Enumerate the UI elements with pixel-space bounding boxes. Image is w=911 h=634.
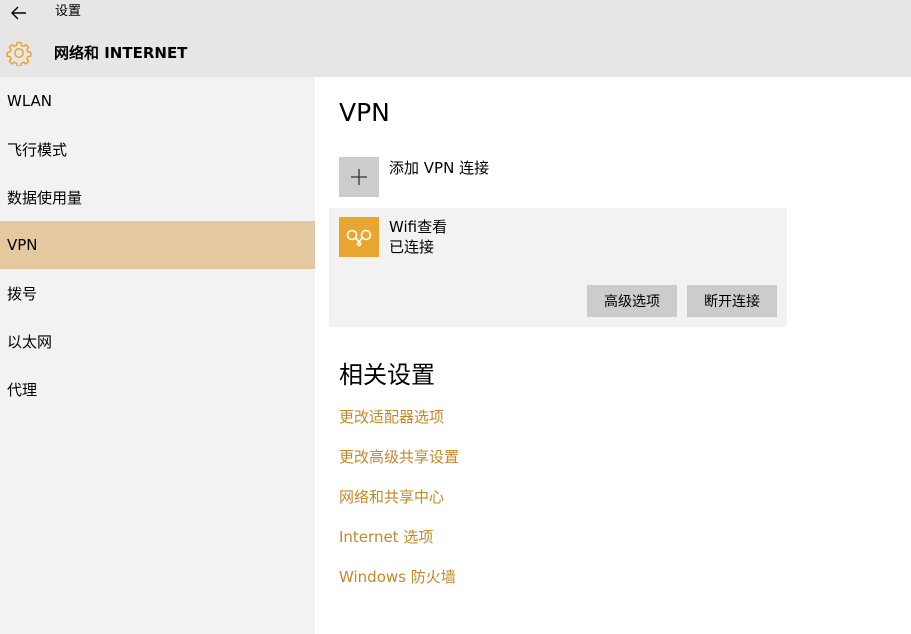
add-vpn-label[interactable]: 添加 VPN 连接 xyxy=(389,159,489,177)
sidebar-item-dial-up[interactable]: 拨号 xyxy=(0,269,315,317)
back-arrow-icon xyxy=(11,6,26,20)
sidebar-item-wlan[interactable]: WLAN xyxy=(0,77,315,125)
sidebar: WLAN 飞行模式 数据使用量 VPN 拨号 以太网 代理 xyxy=(0,77,315,634)
link-adapter-options[interactable]: 更改适配器选项 xyxy=(339,408,444,426)
sidebar-item-vpn[interactable]: VPN xyxy=(0,221,315,269)
sidebar-item-ethernet[interactable]: 以太网 xyxy=(0,317,315,365)
title-bar: 设置 网络和 INTERNET xyxy=(0,0,911,77)
add-vpn-button[interactable] xyxy=(339,157,379,197)
main-content: VPN 添加 VPN 连接 Wifi查看 已连接 高级选项 断开连接 相关设置 … xyxy=(315,77,911,634)
vpn-connection-icon xyxy=(339,217,379,257)
link-network-sharing-center[interactable]: 网络和共享中心 xyxy=(339,488,444,506)
link-windows-firewall[interactable]: Windows 防火墙 xyxy=(339,568,456,586)
section-title: 网络和 INTERNET xyxy=(54,44,188,62)
sidebar-item-data-usage[interactable]: 数据使用量 xyxy=(0,173,315,221)
sidebar-item-airplane-mode[interactable]: 飞行模式 xyxy=(0,125,315,173)
connection-status: 已连接 xyxy=(389,238,435,256)
back-button[interactable] xyxy=(6,2,32,24)
connection-name: Wifi查看 xyxy=(389,218,448,236)
page-title: VPN xyxy=(339,98,390,127)
link-internet-options[interactable]: Internet 选项 xyxy=(339,528,433,546)
app-title: 设置 xyxy=(55,4,82,19)
advanced-options-button[interactable]: 高级选项 xyxy=(587,285,677,317)
gear-icon xyxy=(6,41,32,66)
sidebar-item-proxy[interactable]: 代理 xyxy=(0,365,315,413)
related-settings-heading: 相关设置 xyxy=(339,361,435,389)
plus-icon xyxy=(351,169,367,185)
vpn-connection-card[interactable]: Wifi查看 已连接 高级选项 断开连接 xyxy=(329,208,787,327)
link-advanced-sharing[interactable]: 更改高级共享设置 xyxy=(339,448,459,466)
disconnect-button[interactable]: 断开连接 xyxy=(687,285,777,317)
